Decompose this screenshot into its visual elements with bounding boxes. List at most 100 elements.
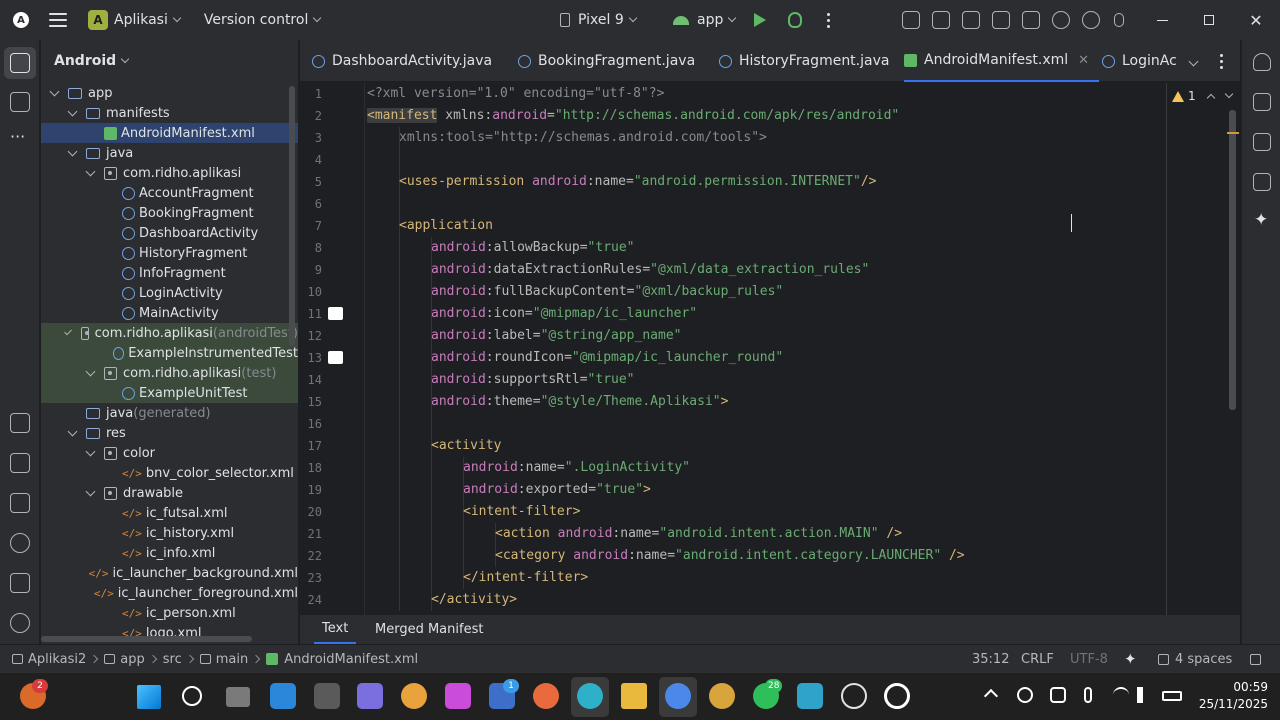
microphone-icon[interactable]	[1084, 687, 1092, 703]
code-line[interactable]: xmlns:tools="http://schemas.android.com/…	[367, 127, 767, 149]
close-tab-icon[interactable]: ✕	[1078, 53, 1089, 68]
search-icon[interactable]	[182, 686, 202, 706]
code-editor[interactable]: 1 2 3 4 5 6 7 8 9 10 11 12 13 14 15 16 17 18 19 20 21 22 23 24 …	[300, 83, 1240, 615]
tree-item[interactable]: drawable	[41, 483, 298, 503]
editor-tab[interactable]: DashboardActivity.java	[312, 40, 492, 82]
bug-report-icon[interactable]	[992, 11, 1010, 29]
calendar-app-icon[interactable]	[314, 683, 340, 709]
chevron-down-icon[interactable]	[85, 366, 96, 376]
firefox-icon[interactable]	[533, 683, 559, 709]
tree-item[interactable]: InfoFragment	[41, 263, 298, 283]
version-control-menu[interactable]: Version control	[204, 12, 308, 28]
tree-item[interactable]: </> ic_history.xml	[41, 523, 298, 543]
main-menu-icon[interactable]	[49, 13, 67, 27]
tree-item[interactable]: color	[41, 443, 298, 463]
file-explorer-icon[interactable]	[621, 683, 647, 709]
file-encoding[interactable]: UTF-8	[1070, 645, 1108, 673]
device-selector[interactable]: Pixel 9	[560, 0, 637, 40]
line-separator[interactable]: CRLF	[1021, 645, 1054, 673]
code-line[interactable]: android:dataExtractionRules="@xml/data_e…	[367, 259, 869, 281]
problems-icon[interactable]	[10, 533, 30, 553]
chrome-profile-icon[interactable]	[709, 683, 735, 709]
tree-item[interactable]: com.ridho.aplikasi	[41, 163, 298, 183]
notepad-icon[interactable]	[797, 683, 823, 709]
editor-tab[interactable]: LoginAc	[1102, 40, 1177, 82]
chevron-down-icon[interactable]	[64, 327, 73, 335]
launcher-preview-icon[interactable]	[328, 351, 343, 364]
device-manager-icon[interactable]	[1253, 133, 1271, 151]
chevron-down-icon[interactable]	[67, 426, 78, 436]
tree-item[interactable]: res	[41, 423, 298, 443]
code-line[interactable]: android:theme="@style/Theme.Aplikasi">	[367, 391, 728, 413]
run-config-selector[interactable]: app	[673, 0, 737, 40]
gemini-icon[interactable]: ✦	[1254, 210, 1268, 230]
android-studio-icon[interactable]	[665, 683, 691, 709]
code-line[interactable]: <intent-filter>	[367, 501, 580, 523]
task-view-icon[interactable]	[226, 687, 250, 707]
tab-merged-manifest[interactable]: Merged Manifest	[375, 615, 483, 644]
tree-item[interactable]: com.ridho.aplikasi (test)	[41, 363, 298, 383]
code-line[interactable]: android:icon="@mipmap/ic_launcher"	[367, 303, 697, 325]
project-tool-icon[interactable]	[10, 53, 30, 73]
resource-manager-icon[interactable]	[10, 92, 30, 112]
system-clock[interactable]: 00:59 25/11/2025	[1199, 679, 1268, 713]
caret-position[interactable]: 35:12	[972, 645, 1009, 673]
tree-item[interactable]: DashboardActivity	[41, 223, 298, 243]
tree-item[interactable]: HistoryFragment	[41, 243, 298, 263]
code-line[interactable]: <application	[367, 215, 493, 237]
tree-item[interactable]: MainActivity	[41, 303, 298, 323]
code-with-me-icon[interactable]	[1022, 11, 1040, 29]
opera-icon[interactable]	[884, 683, 910, 709]
breadcrumb-item[interactable]: app	[120, 652, 144, 667]
project-scrollbar[interactable]	[289, 86, 295, 346]
code-line[interactable]: <action android:name="android.intent.act…	[367, 523, 902, 545]
notifications-icon[interactable]	[1253, 53, 1271, 71]
code-line[interactable]: android:roundIcon="@mipmap/ic_launcher_r…	[367, 347, 783, 369]
tray-app-icon[interactable]	[1017, 687, 1033, 703]
editor-tab[interactable]: HistoryFragment.java	[719, 40, 889, 82]
copilot-icon[interactable]	[445, 683, 471, 709]
run-icon[interactable]	[754, 13, 766, 27]
code-line[interactable]: </activity>	[367, 589, 517, 611]
editor-scrollbar[interactable]	[1229, 110, 1236, 410]
lock-icon[interactable]	[1250, 645, 1261, 673]
gradle-icon[interactable]	[10, 453, 30, 473]
chevron-down-icon[interactable]	[49, 86, 60, 96]
warning-stripe[interactable]	[1227, 132, 1239, 134]
next-highlight-icon[interactable]	[1224, 89, 1233, 99]
tree-item[interactable]: manifests	[41, 103, 298, 123]
tree-item[interactable]: </> ic_info.xml	[41, 543, 298, 563]
code-line[interactable]: android:supportsRtl="true"	[367, 369, 635, 391]
code-line[interactable]: android:fullBackupContent="@xml/backup_r…	[367, 281, 783, 303]
terminal-icon[interactable]	[10, 573, 30, 593]
code-line[interactable]: <activity	[367, 435, 501, 457]
code-line[interactable]: android:label="@string/app_name"	[367, 325, 681, 347]
tree-item[interactable]: java	[41, 143, 298, 163]
tree-item[interactable]: </> ic_launcher_background.xml	[41, 563, 298, 583]
code-line[interactable]: <?xml version="1.0" encoding="utf-8"?>	[367, 83, 664, 105]
launcher-preview-icon[interactable]	[328, 307, 343, 320]
indent-setting[interactable]: 4 spaces	[1158, 645, 1232, 673]
code-line[interactable]: </intent-filter>	[367, 567, 588, 589]
inspection-widget[interactable]: 1	[1172, 89, 1233, 103]
tree-item[interactable]: AndroidManifest.xml	[41, 123, 298, 143]
tree-item[interactable]: java (generated)	[41, 403, 298, 423]
tree-item[interactable]: com.ridho.aplikasi (androidTest)	[41, 323, 298, 343]
tree-item[interactable]: </> ic_person.xml	[41, 603, 298, 623]
edge-icon[interactable]	[577, 683, 603, 709]
tree-item[interactable]: ExampleUnitTest	[41, 383, 298, 403]
chevron-down-icon[interactable]	[67, 146, 78, 156]
running-devices-icon[interactable]	[1253, 173, 1271, 191]
close-button[interactable]: ✕	[1233, 0, 1279, 40]
code-line[interactable]: android:exported="true">	[367, 479, 651, 501]
chevron-down-icon[interactable]	[85, 166, 96, 176]
tree-item[interactable]: BookingFragment	[41, 203, 298, 223]
chevron-down-icon[interactable]	[85, 486, 96, 496]
tree-item[interactable]: </> ic_futsal.xml	[41, 503, 298, 523]
tree-item[interactable]: </> ic_launcher_foreground.xml	[41, 583, 298, 603]
start-icon[interactable]	[137, 685, 161, 709]
git-icon[interactable]	[10, 613, 30, 633]
logcat-icon[interactable]	[10, 493, 30, 513]
vscode-icon[interactable]	[270, 683, 296, 709]
ai-status-icon[interactable]: ✦	[1124, 645, 1137, 673]
